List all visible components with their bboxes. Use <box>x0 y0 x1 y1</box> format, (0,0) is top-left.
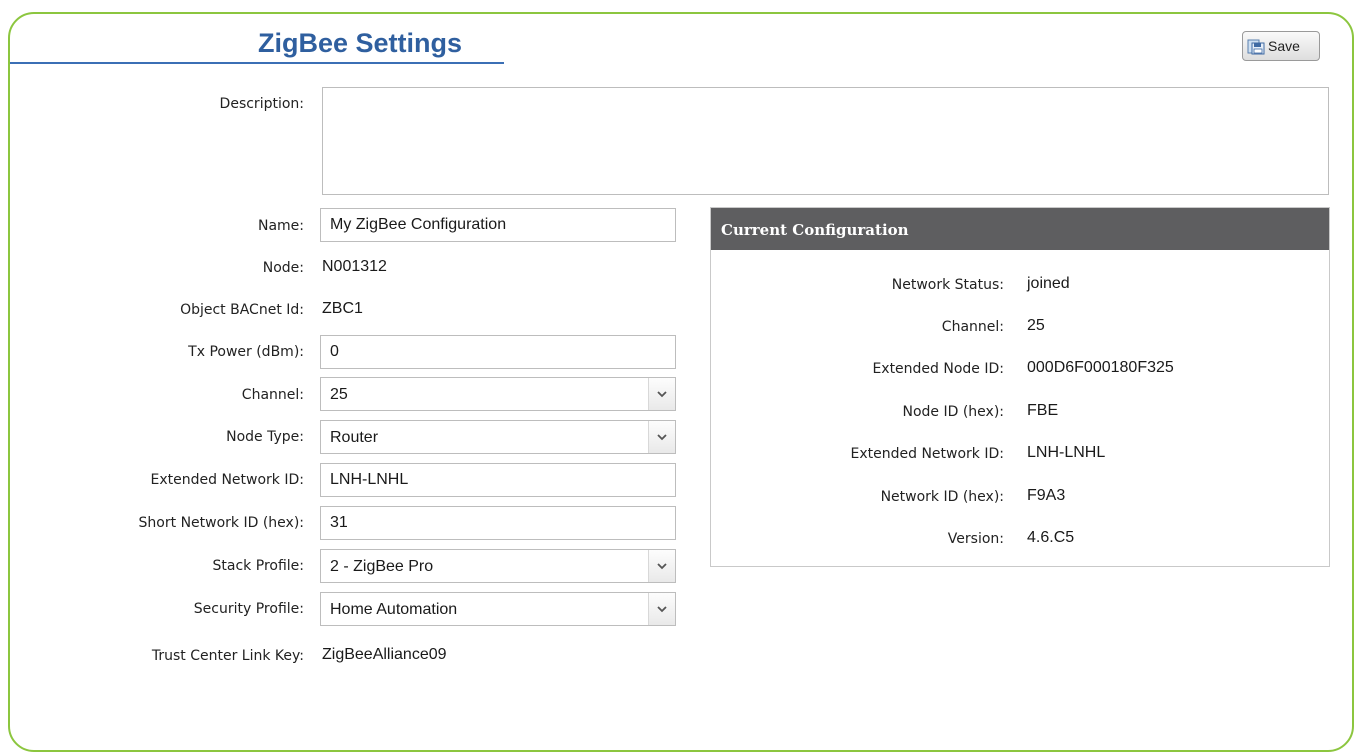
panel-header: Current Configuration <box>711 208 1329 250</box>
cc-channel-label: Channel: <box>941 319 1004 335</box>
stack-profile-select[interactable]: 2 - ZigBee Pro <box>320 549 676 583</box>
channel-select-value: 25 <box>330 386 348 403</box>
node-label: Node: <box>262 260 304 276</box>
bacnet-id-value: ZBC1 <box>322 300 363 317</box>
network-status-label: Network Status: <box>891 277 1004 293</box>
ext-node-id-label: Extended Node ID: <box>872 361 1004 377</box>
trust-center-key-label: Trust Center Link Key: <box>151 648 304 664</box>
channel-label: Channel: <box>241 387 304 403</box>
version-value: 4.6.C5 <box>1027 529 1075 546</box>
description-label: Description: <box>219 96 304 112</box>
channel-select[interactable]: 25 <box>320 377 676 411</box>
node-id-hex-value: FBE <box>1027 402 1059 419</box>
short-network-id-label: Short Network ID (hex): <box>138 515 304 531</box>
save-icon <box>1247 37 1265 55</box>
name-field[interactable] <box>320 208 676 242</box>
cc-ext-network-id-value: LNH-LNHL <box>1027 444 1106 461</box>
node-type-select-value: Router <box>330 429 379 446</box>
tx-power-field[interactable] <box>320 335 676 369</box>
current-configuration-panel: Current Configuration Network Status: jo… <box>710 207 1330 567</box>
node-id-hex-label: Node ID (hex): <box>902 404 1004 420</box>
chevron-down-icon[interactable] <box>648 378 675 410</box>
network-id-hex-label: Network ID (hex): <box>880 489 1004 505</box>
security-profile-label: Security Profile: <box>193 601 304 617</box>
name-label: Name: <box>257 218 304 234</box>
node-type-select[interactable]: Router <box>320 420 676 454</box>
chevron-down-icon[interactable] <box>648 593 675 625</box>
network-status-value: joined <box>1027 275 1070 292</box>
stack-profile-label: Stack Profile: <box>212 558 304 574</box>
title-underline <box>10 62 504 64</box>
description-field[interactable] <box>322 87 1329 195</box>
save-button[interactable]: Save <box>1242 31 1320 61</box>
save-button-label: Save <box>1268 38 1300 54</box>
bacnet-id-label: Object BACnet Id: <box>180 302 304 318</box>
short-network-id-field[interactable] <box>320 506 676 540</box>
stack-profile-select-value: 2 - ZigBee Pro <box>330 558 434 575</box>
node-value: N001312 <box>322 258 387 275</box>
network-id-hex-value: F9A3 <box>1027 487 1066 504</box>
ext-node-id-value: 000D6F000180F325 <box>1027 359 1174 376</box>
tx-power-label: Tx Power (dBm): <box>188 344 304 360</box>
security-profile-select-value: Home Automation <box>330 601 458 618</box>
chevron-down-icon[interactable] <box>648 421 675 453</box>
chevron-down-icon[interactable] <box>648 550 675 582</box>
cc-ext-network-id-label: Extended Network ID: <box>850 446 1004 462</box>
ext-network-id-label: Extended Network ID: <box>150 472 304 488</box>
security-profile-select[interactable]: Home Automation <box>320 592 676 626</box>
ext-network-id-field[interactable] <box>320 463 676 497</box>
cc-channel-value: 25 <box>1027 317 1045 334</box>
page-title: ZigBee Settings <box>258 28 463 58</box>
trust-center-key-value: ZigBeeAlliance09 <box>322 646 447 663</box>
node-type-label: Node Type: <box>226 429 304 445</box>
version-label: Version: <box>947 531 1004 547</box>
